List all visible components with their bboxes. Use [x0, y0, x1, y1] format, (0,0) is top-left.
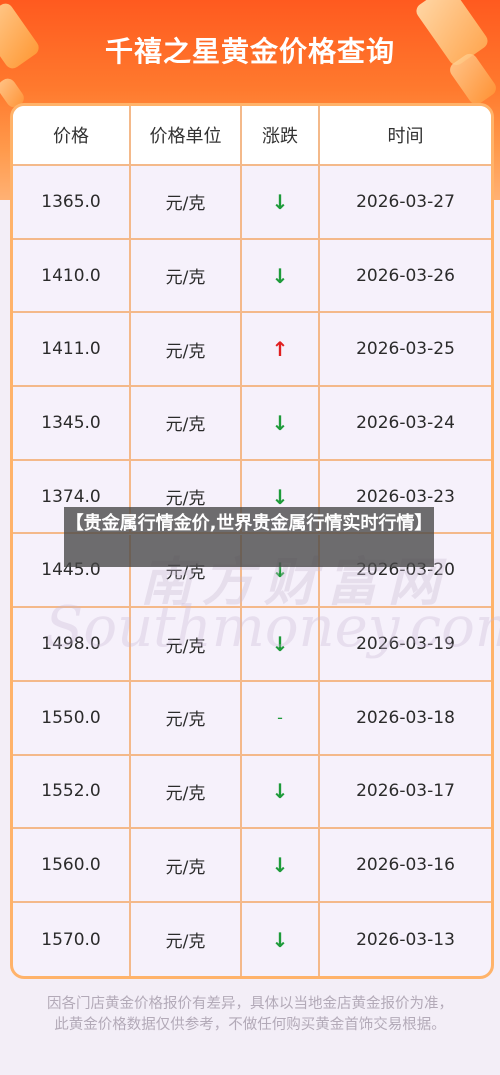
table-row: 1560.0 元/克 ↓ 2026-03-16: [13, 829, 491, 903]
page-title: 千禧之星黄金价格查询: [104, 35, 395, 68]
down-arrow-icon: ↓: [242, 166, 320, 238]
date-cell: 2026-03-24: [356, 412, 455, 433]
price-cell: 1410.0: [13, 239, 131, 312]
price-cell: 1411.0: [13, 313, 131, 386]
unit-cell: 元/克: [131, 387, 242, 459]
down-arrow-icon: ↓: [242, 829, 320, 901]
date-cell: 2026-03-17: [356, 781, 455, 802]
header-unit: 价格单位: [131, 106, 242, 164]
unit-cell: 元/克: [131, 313, 242, 386]
header-price: 价格: [13, 106, 131, 164]
price-cell: 1550.0: [13, 681, 131, 754]
price-cell: 1498.0: [13, 608, 131, 680]
table-row: 1411.0 元/克 ↑ 2026-03-25: [13, 313, 491, 388]
down-arrow-icon: ↓: [242, 239, 320, 312]
up-arrow-icon: ↑: [242, 313, 320, 386]
unit-cell: 元/克: [131, 681, 242, 754]
unit-cell: 元/克: [131, 166, 242, 238]
table-row: 1570.0 元/克 ↓ 2026-03-13: [13, 903, 491, 976]
date-cell: 2026-03-27: [356, 191, 455, 212]
date-cell: 2026-03-16: [356, 855, 455, 876]
table-header-row: 价格 价格单位 涨跌 时间: [13, 106, 491, 166]
change-flat: -: [242, 681, 320, 754]
unit-cell: 元/克: [131, 755, 242, 828]
table-row: 1410.0 元/克 ↓ 2026-03-26: [13, 239, 491, 314]
table-row: 1550.0 元/克 - 2026-03-18: [13, 681, 491, 756]
down-arrow-icon: ↓: [242, 608, 320, 680]
unit-cell: 元/克: [131, 239, 242, 312]
unit-cell: 元/克: [131, 903, 242, 976]
price-cell: 1560.0: [13, 829, 131, 901]
down-arrow-icon: ↓: [242, 903, 320, 976]
header-change: 涨跌: [242, 106, 320, 164]
date-cell: 2026-03-19: [356, 634, 455, 655]
price-cell: 1570.0: [13, 903, 131, 976]
footer-disclaimer: 因各门店黄金价格报价有差异，具体以当地金店黄金报价为准，此黄金价格数据仅供参考，…: [47, 996, 453, 1033]
date-cell: 2026-03-18: [356, 707, 455, 728]
unit-cell: 元/克: [131, 829, 242, 901]
date-cell: 2026-03-26: [356, 265, 455, 286]
down-arrow-icon: ↓: [242, 755, 320, 828]
price-cell: 1345.0: [13, 387, 131, 459]
date-cell: 2026-03-25: [356, 339, 455, 360]
date-cell: 2026-03-13: [356, 929, 455, 950]
price-cell: 1552.0: [13, 755, 131, 828]
table-row: 1365.0 元/克 ↓ 2026-03-27: [13, 166, 491, 240]
price-cell: 1365.0: [13, 166, 131, 238]
overlay-caption: 【贵金属行情金价,世界贵金属行情实时行情】: [64, 507, 434, 567]
table-row: 1498.0 元/克 ↓ 2026-03-19: [13, 608, 491, 682]
header-date: 时间: [387, 126, 424, 147]
table-row: 1345.0 元/克 ↓ 2026-03-24: [13, 387, 491, 461]
unit-cell: 元/克: [131, 608, 242, 680]
down-arrow-icon: ↓: [242, 387, 320, 459]
table-row: 1552.0 元/克 ↓ 2026-03-17: [13, 755, 491, 830]
